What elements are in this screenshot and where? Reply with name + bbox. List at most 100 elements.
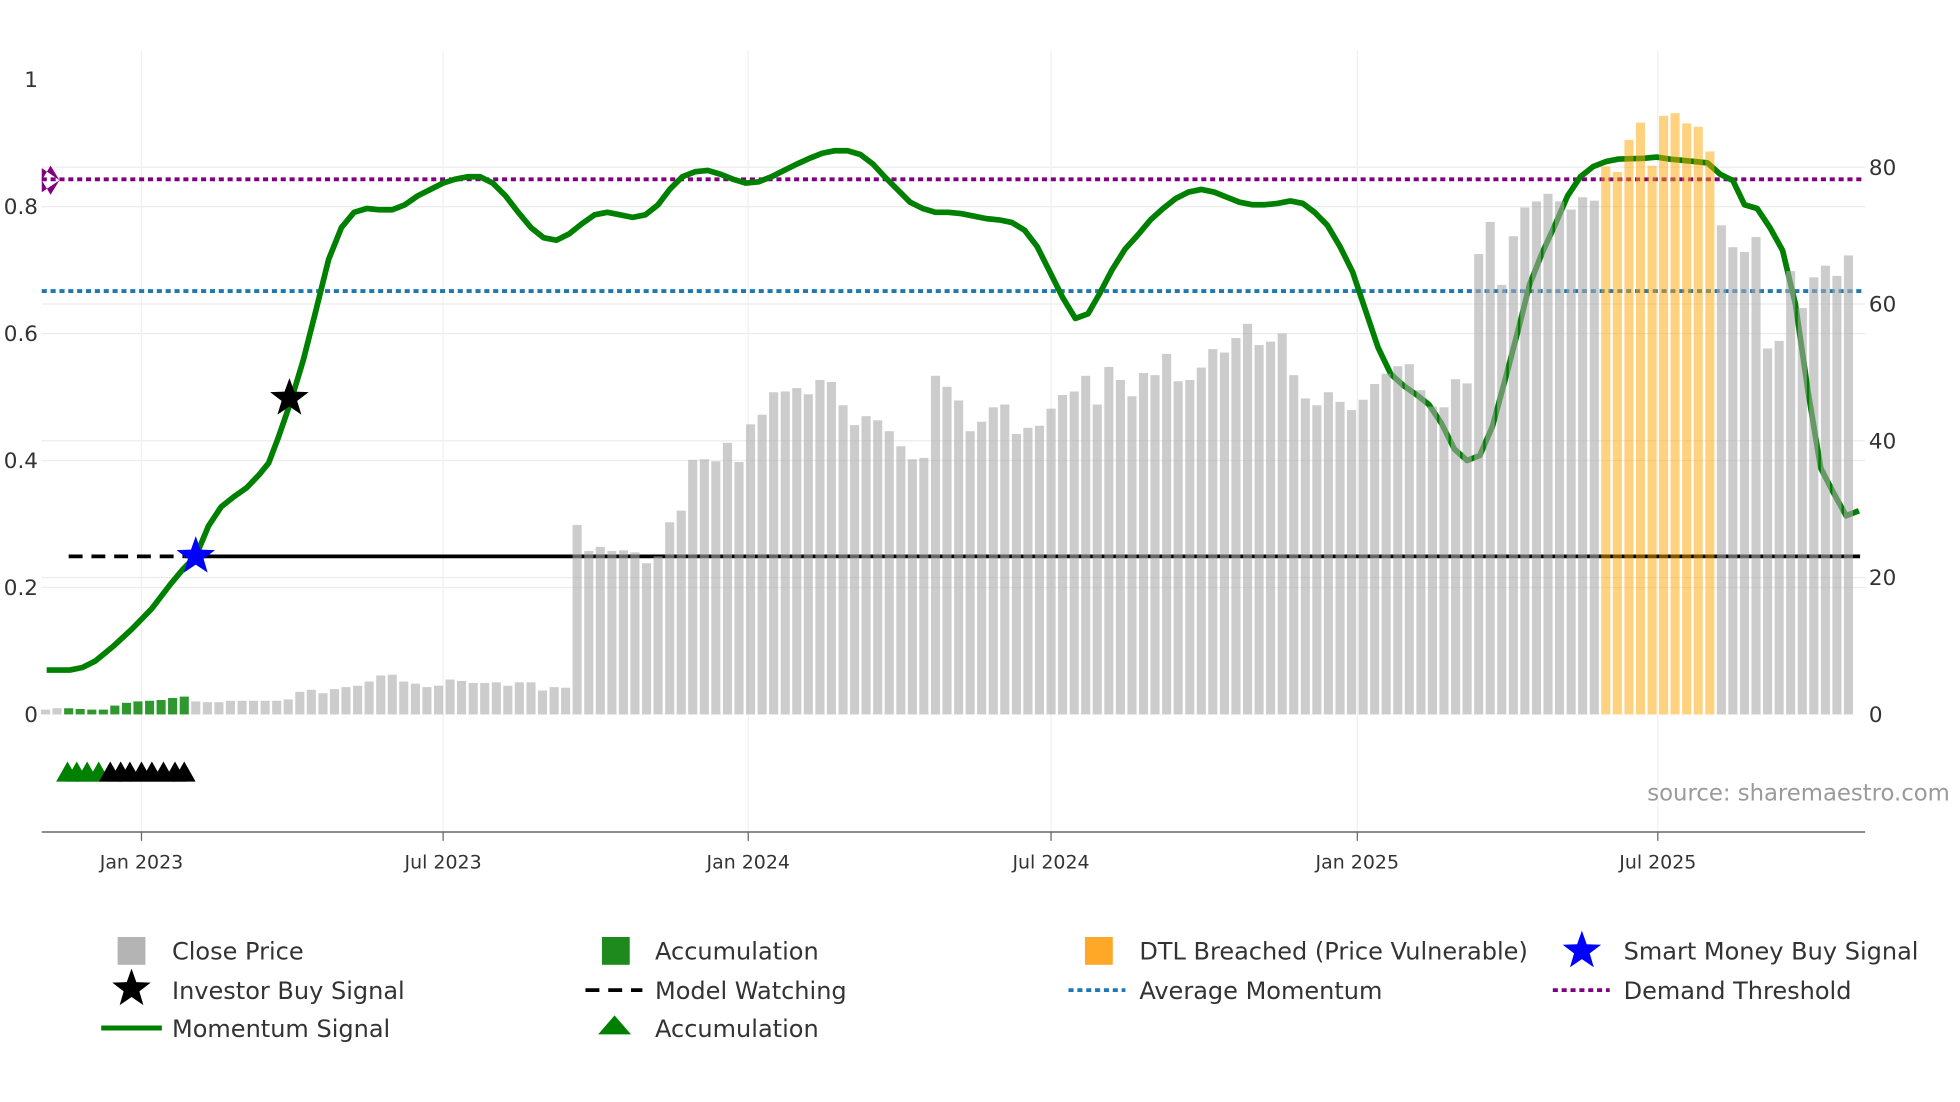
price-bars (40, 113, 1854, 715)
close-price-bar (884, 431, 894, 715)
close-price-bar (688, 459, 698, 715)
dtl-breached-bar (1659, 115, 1669, 715)
close-price-bar (1439, 407, 1449, 715)
dtl-breached-bar (1624, 139, 1634, 715)
close-price-bar (376, 675, 386, 715)
close-price-bar (1162, 353, 1172, 715)
close-price-bar (896, 446, 906, 715)
close-price-bar (780, 391, 790, 715)
close-price-bar (618, 550, 628, 715)
close-price-bar (422, 687, 432, 715)
legend-label: Momentum Signal (172, 1015, 390, 1043)
close-price-bar (1208, 349, 1218, 715)
close-price-bar (699, 459, 709, 715)
close-price-bar (734, 462, 744, 715)
close-price-bar (1358, 399, 1368, 715)
close-price-bar (433, 685, 444, 715)
accumulation-bar (98, 709, 108, 715)
close-price-bar (1786, 271, 1796, 715)
close-price-bar (826, 382, 836, 715)
close-price-bar (399, 681, 409, 715)
legend-black-star-icon (112, 968, 151, 1006)
source-label: source: sharemaestro.com (1647, 780, 1950, 806)
close-price-bar (1751, 236, 1761, 715)
close-price-bar (907, 459, 917, 715)
accumulation-bar (87, 709, 97, 715)
close-price-bar (561, 687, 571, 715)
close-price-bar (318, 693, 328, 715)
close-price-bar (942, 386, 952, 715)
legend-accumulation-swatch (601, 936, 630, 965)
close-price-bar (225, 700, 235, 715)
close-price-bar (1034, 425, 1044, 715)
close-price-bar (1566, 209, 1576, 715)
close-price-bar (202, 702, 212, 715)
legend: Close Price Accumulation DTL Breached (P… (101, 930, 1919, 1043)
right-axis-tick-label: 60 (1869, 293, 1896, 318)
legend-label: Average Momentum (1139, 977, 1382, 1005)
accumulation-bar (156, 700, 166, 715)
dtl-breached-bar (1682, 123, 1692, 715)
close-price-bar (1081, 375, 1091, 715)
close-price-bar (1243, 323, 1253, 715)
close-price-bar (1497, 284, 1507, 715)
close-price-bar (572, 524, 582, 715)
legend-green-triangle-icon (598, 1015, 632, 1035)
close-price-bar (1427, 406, 1437, 715)
x-axis-tick-label: Jan 2023 (99, 852, 183, 874)
close-price-bar (1508, 236, 1518, 715)
close-price-bar (711, 461, 721, 715)
close-price-bar (653, 556, 663, 715)
close-price-bar (237, 700, 247, 715)
left-axis-tick-label: 0.2 (4, 576, 38, 601)
close-price-bar (1150, 375, 1160, 715)
close-price-bar (1554, 201, 1565, 715)
close-price-bar (1058, 395, 1068, 715)
close-price-bar (1266, 341, 1276, 715)
close-price-bar (329, 689, 340, 715)
accumulation-bar (121, 702, 132, 715)
close-price-bar (722, 442, 733, 715)
legend-label: Accumulation (655, 938, 819, 966)
close-price-bar (1485, 221, 1495, 715)
right-axis-tick-label: 0 (1869, 703, 1883, 728)
x-axis-tick-label: Jan 2024 (705, 852, 789, 874)
close-price-bar (745, 424, 756, 715)
close-price-bar (815, 379, 825, 715)
close-price-bar (1832, 275, 1842, 715)
close-price-bar (364, 681, 374, 715)
close-price-bar (260, 700, 270, 715)
close-price-bar (803, 394, 813, 715)
close-price-bar (1323, 392, 1333, 715)
accumulation-bar (75, 708, 85, 715)
close-price-bar (1219, 352, 1229, 715)
close-price-bar (214, 702, 224, 715)
x-axis-tick-label: Jul 2024 (1011, 852, 1089, 874)
close-price-bar (1520, 207, 1530, 715)
close-price-bar (1092, 404, 1102, 715)
close-price-bar (988, 407, 998, 715)
close-price-bar (1578, 197, 1588, 715)
close-price-bar (1451, 379, 1461, 715)
close-price-bar (630, 552, 640, 715)
close-price-bar (1728, 247, 1738, 715)
close-price-bar (1196, 367, 1206, 715)
close-price-bar (1531, 201, 1542, 715)
close-price-bar (1138, 373, 1149, 715)
close-price-bar (503, 685, 513, 715)
close-price-bar (1589, 200, 1599, 715)
close-price-bar (1809, 277, 1819, 715)
close-price-bar (1393, 366, 1403, 715)
close-price-bar (1820, 265, 1830, 715)
accumulation-bar (168, 697, 178, 715)
legend-label: Smart Money Buy Signal (1624, 938, 1919, 966)
close-price-bar (1127, 396, 1137, 715)
close-price-bar (607, 550, 617, 715)
left-axis-tick-label: 0.6 (4, 322, 38, 347)
right-axis-tick-label: 80 (1869, 156, 1896, 181)
close-price-bar (191, 701, 201, 715)
close-price-bar (1370, 384, 1380, 715)
close-price-bar (537, 690, 548, 715)
legend-label: Investor Buy Signal (172, 977, 405, 1005)
close-price-bar (1289, 375, 1299, 715)
